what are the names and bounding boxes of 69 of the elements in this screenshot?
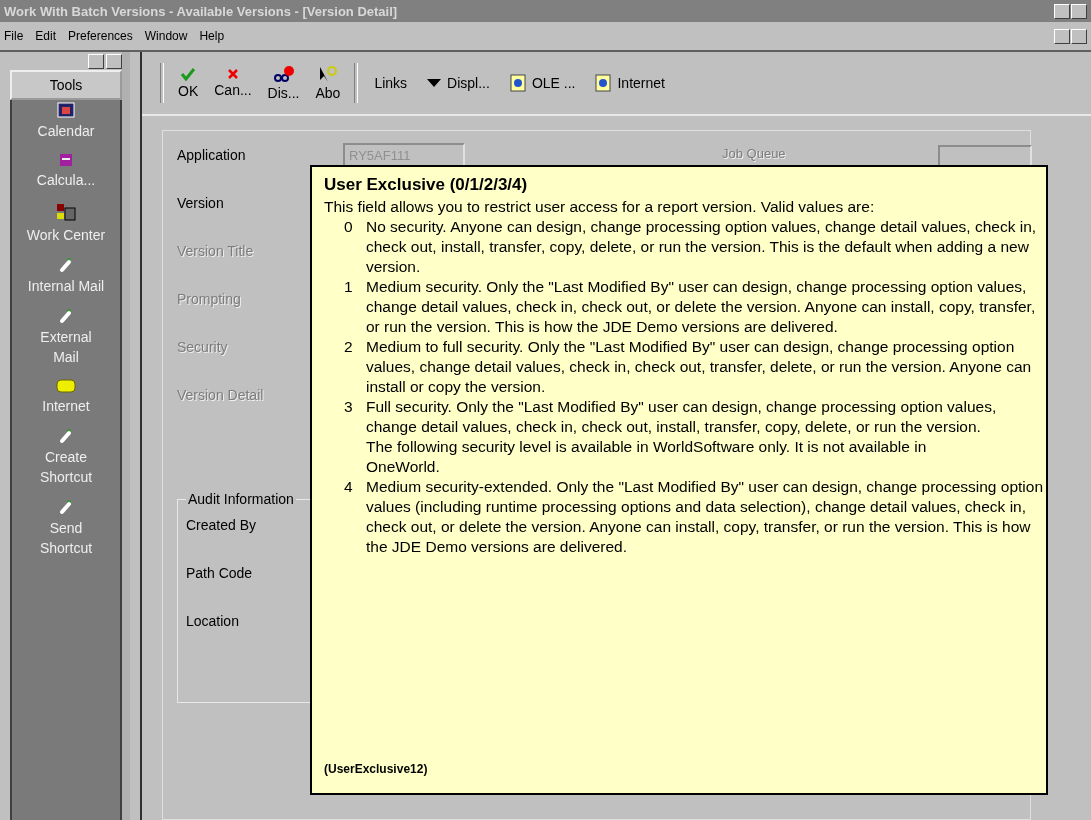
tooltip-text: This field allows you to restrict user access for a report version. Valid values are:: [324, 197, 876, 217]
help-pointer-icon: [317, 65, 338, 83]
menu-item[interactable]: Preferences: [68, 29, 133, 43]
window-title: Work With Batch Versions - Available Versions - [Version Detail]: [4, 3, 398, 19]
tool-label[interactable]: Send Shortcut: [26, 518, 106, 558]
paperclip-icon: [58, 428, 74, 444]
tool-label[interactable]: External Mail: [26, 327, 106, 367]
document-globe-icon: [595, 74, 612, 92]
calendar-icon: [57, 102, 75, 118]
restore-button[interactable]: [1071, 3, 1087, 19]
calculator-icon: [59, 153, 73, 167]
option-number: 0: [344, 217, 354, 237]
minimize-button[interactable]: [1054, 28, 1070, 44]
group-title: Audit Information: [187, 491, 295, 507]
menu-item[interactable]: File: [4, 29, 24, 43]
field-label: Prompting: [177, 290, 242, 307]
restore-button[interactable]: [1071, 28, 1087, 44]
toolbar-button[interactable]: Abo: [309, 65, 347, 101]
option-number: 2: [344, 337, 354, 357]
document-globe-icon: [509, 74, 526, 92]
option-text: Medium to full security. Only the "Last Modified By" user can design, change processing option values, change detail values, check in, check out, transfer, delete, or run the version. Anyone can install or copy the version.: [366, 337, 1033, 397]
toolbar-button[interactable]: OK: [172, 67, 205, 99]
option-text: Medium security. Only the "Last Modified By" user can design, change processing option values, change detail values, check in, check out, or delete the version. Anyone can install, copy, transfer, or run the version. This is how the JDE Demo versions are delivered.: [366, 277, 1037, 337]
option-text: Full security. Only the "Last Modified By" user can design, change processing option values, change detail values, check in, check out, install, transfer, copy, delete, or run the version.: [366, 397, 998, 437]
field-label: Version Title: [177, 242, 255, 259]
tool-label[interactable]: Internet: [26, 396, 106, 416]
tool-label[interactable]: Internal Mail: [26, 276, 106, 296]
option-number: 4: [344, 477, 354, 497]
option-text: No security. Anyone can design, change processing option values, change detail values, check in, check out, install, transfer, copy, delete, or run the version. This is the default when adding a new version.: [366, 217, 1038, 277]
field-label: Job Queue: [722, 146, 786, 161]
tools-header[interactable]: Tools: [10, 70, 122, 100]
option-number: 3: [344, 397, 354, 417]
minimize-button[interactable]: [1054, 3, 1070, 19]
field-label: Application: [177, 146, 247, 163]
toolbar-button[interactable]: Dis...: [261, 65, 306, 101]
option-text: Medium security-extended. Only the "Last Modified By" user can design, change processing option values (including runtime processing options and data selection), change detail values, check in, check out, or delete the version. Anyone can install, copy, transfer, or run the version. This is how the JDE Demo versions are delivered.: [366, 477, 1044, 557]
menu-item[interactable]: Edit: [35, 29, 57, 43]
close-button[interactable]: [106, 53, 122, 69]
close-icon: [226, 68, 239, 80]
dropdown-icon: [427, 79, 442, 87]
field-label: Created By: [186, 517, 258, 533]
tool-label[interactable]: Create Shortcut: [26, 447, 106, 487]
tooltip-title: User Exclusive (0/1/2/3/4): [324, 175, 529, 195]
menu-item[interactable]: Window: [144, 29, 188, 43]
toolbar-link[interactable]: Internet: [587, 74, 673, 92]
paperclip-icon: [58, 308, 74, 324]
paperclip-icon: [58, 499, 74, 515]
telephone-icon: [56, 379, 76, 393]
glasses-icon: [272, 65, 295, 83]
paperclip-icon: [58, 257, 74, 273]
tool-label[interactable]: Calendar: [26, 121, 106, 141]
workcenter-icon: [56, 202, 76, 222]
tool-label[interactable]: Work Center: [26, 225, 106, 245]
toolbar-link[interactable]: Displ...: [419, 75, 498, 91]
menu-item[interactable]: Help: [199, 29, 225, 43]
field-label: Security: [177, 338, 229, 355]
field-id: (UserExclusive12): [324, 761, 429, 778]
note-text: The following security level is available in WorldSoftware only. It is not available in OneWorld.: [365, 437, 928, 477]
field-label: Version Detail: [177, 386, 265, 403]
minimize-button[interactable]: [88, 53, 104, 69]
toolbar-link[interactable]: OLE ...: [501, 74, 584, 92]
option-number: 1: [344, 277, 354, 297]
toolbar-button[interactable]: Can...: [208, 68, 258, 98]
field-label: Location: [186, 613, 240, 629]
tool-label[interactable]: Calcula...: [26, 170, 106, 190]
field-label: Path Code: [186, 565, 254, 581]
checkmark-icon: [180, 67, 197, 81]
toolbar-link[interactable]: Links: [366, 75, 416, 91]
field-label: Version: [177, 194, 225, 211]
